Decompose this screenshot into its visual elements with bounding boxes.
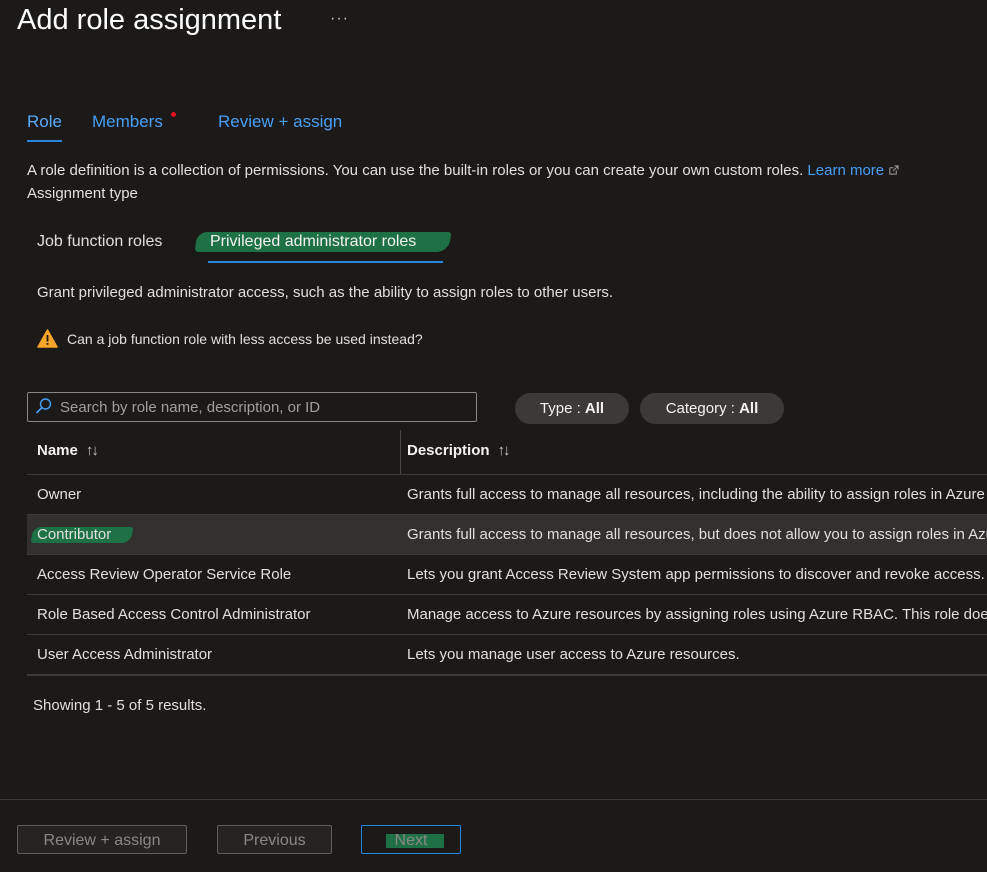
results-count: Showing 1 - 5 of 5 results. bbox=[33, 697, 207, 714]
search-input[interactable] bbox=[58, 396, 472, 418]
pivot-selected-underline bbox=[208, 261, 443, 263]
search-icon bbox=[35, 398, 52, 414]
column-description-label[interactable]: Description bbox=[407, 442, 490, 459]
role-name: User Access Administrator bbox=[37, 646, 213, 663]
table-row[interactable]: User Access Administrator Lets you manag… bbox=[27, 635, 987, 676]
role-search-box[interactable] bbox=[27, 392, 477, 422]
category-filter-value: All bbox=[739, 400, 759, 417]
role-description: A role definition is a collection of per… bbox=[27, 162, 899, 179]
role-description-text: A role definition is a collection of per… bbox=[27, 162, 804, 179]
next-button-label[interactable]: Next bbox=[395, 832, 428, 849]
role-name: Owner bbox=[37, 486, 82, 503]
pivot-job-function-roles[interactable]: Job function roles bbox=[37, 233, 162, 251]
warning-text: Can a job function role with less access… bbox=[67, 331, 423, 347]
role-name: Contributor bbox=[37, 526, 112, 543]
column-name-label[interactable]: Name bbox=[37, 442, 78, 459]
learn-more-link[interactable]: Learn more bbox=[807, 162, 899, 179]
sort-icon[interactable]: ↑↓ bbox=[86, 442, 99, 459]
sort-icon[interactable]: ↑↓ bbox=[498, 442, 511, 459]
previous-button[interactable]: Previous bbox=[217, 825, 332, 854]
pivot-privileged-label[interactable]: Privileged administrator roles bbox=[210, 233, 416, 250]
next-button[interactable]: Next bbox=[361, 825, 461, 854]
more-options-button[interactable]: ··· bbox=[330, 10, 349, 28]
role-name: Role Based Access Control Administrator bbox=[37, 606, 311, 623]
members-required-dot bbox=[171, 112, 176, 117]
review-assign-button[interactable]: Review + assign bbox=[17, 825, 187, 854]
table-row[interactable]: Owner Grants full access to manage all r… bbox=[27, 475, 987, 515]
role-description-cell: Grants full access to manage all resourc… bbox=[407, 526, 987, 543]
column-header-name[interactable]: Name ↑↓ bbox=[37, 442, 99, 459]
type-filter-button[interactable]: Type : All bbox=[515, 393, 629, 424]
learn-more-label[interactable]: Learn more bbox=[807, 162, 884, 179]
column-header-description[interactable]: Description ↑↓ bbox=[407, 442, 511, 459]
tab-members[interactable]: Members bbox=[92, 112, 163, 132]
table-row-selected[interactable]: Contributor Grants full access to manage… bbox=[27, 515, 987, 555]
warning-icon bbox=[37, 329, 58, 348]
tab-review-assign[interactable]: Review + assign bbox=[218, 112, 342, 132]
external-link-icon bbox=[889, 165, 899, 175]
role-description-cell: Manage access to Azure resources by assi… bbox=[407, 606, 987, 623]
role-description-cell: Grants full access to manage all resourc… bbox=[407, 486, 987, 503]
role-name: Access Review Operator Service Role bbox=[37, 566, 292, 583]
role-description-cell: Lets you grant Access Review System app … bbox=[407, 566, 985, 583]
type-filter-value: All bbox=[584, 400, 605, 417]
tab-role[interactable]: Role bbox=[27, 112, 62, 142]
page-title: Add role assignment bbox=[17, 4, 282, 36]
category-filter-label: Category : bbox=[665, 400, 735, 417]
roles-table: Name ↑↓ Description ↑↓ Owner Grants full a… bbox=[27, 430, 987, 676]
pivot-privileged-admin-roles[interactable]: Privileged administrator roles bbox=[194, 232, 452, 263]
role-description-cell: Lets you manage user access to Azure res… bbox=[407, 646, 740, 663]
type-filter-label: Type : bbox=[539, 400, 581, 417]
table-row[interactable]: Access Review Operator Service Role Lets… bbox=[27, 555, 987, 595]
footer-divider bbox=[0, 799, 987, 800]
grant-description: Grant privileged administrator access, s… bbox=[37, 284, 614, 301]
table-row[interactable]: Role Based Access Control Administrator … bbox=[27, 595, 987, 635]
assignment-type-label: Assignment type bbox=[27, 185, 138, 202]
table-header: Name ↑↓ Description ↑↓ bbox=[27, 430, 987, 475]
column-resize-handle[interactable] bbox=[400, 430, 401, 474]
category-filter-button[interactable]: Category : All bbox=[640, 393, 784, 424]
